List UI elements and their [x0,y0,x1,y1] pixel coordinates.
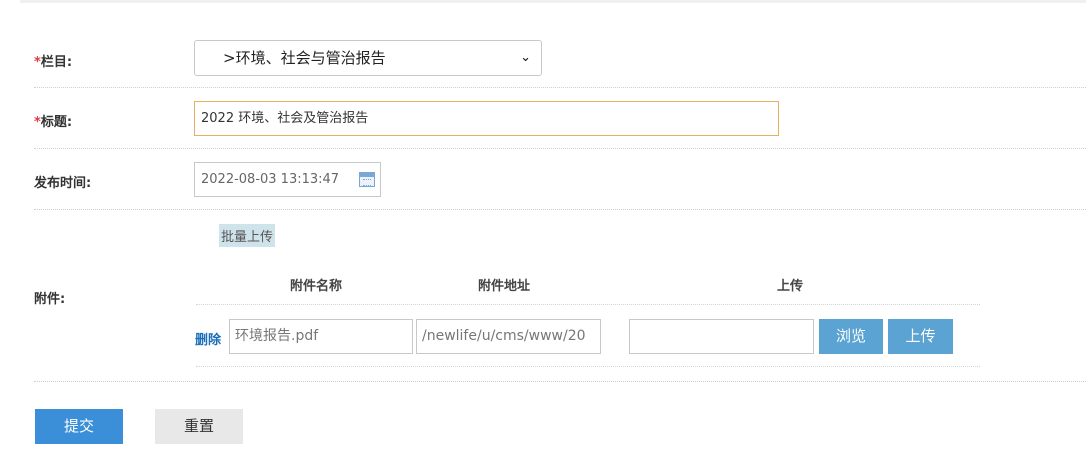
column-header-upload: 上传 [777,279,804,294]
category-select[interactable]: >环境、社会与管治报告 ⌄ [194,40,542,76]
calendar-icon[interactable] [359,172,375,187]
title-input[interactable]: 2022 环境、社会及管治报告 [194,101,779,136]
attachment-name-input[interactable]: 环境报告.pdf [229,319,413,354]
publish-time-label: 发布时间: [34,176,92,191]
top-divider [20,0,1086,3]
required-mark: * [34,115,41,130]
submit-button[interactable]: 提交 [35,409,123,444]
browse-button[interactable]: 浏览 [819,319,883,354]
column-header-address: 附件地址 [478,279,531,294]
reset-button[interactable]: 重置 [155,409,243,444]
row-divider [34,209,1086,210]
publish-time-input[interactable]: 2022-08-03 13:13:47 [194,162,381,197]
table-divider [196,304,980,305]
row-divider [34,148,1086,149]
row-divider [34,87,1086,88]
column-header-name: 附件名称 [290,279,343,294]
upload-button[interactable]: 上传 [888,319,953,354]
file-path-input[interactable] [629,319,814,354]
category-selected-value: >环境、社会与管治报告 [223,49,386,67]
publish-time-value: 2022-08-03 13:13:47 [201,172,340,187]
required-mark: * [34,55,41,70]
delete-attachment-link[interactable]: 删除 [195,329,221,348]
chevron-down-icon: ⌄ [520,50,531,65]
attachments-label: 附件: [34,292,66,307]
attachment-address-input[interactable]: /newlife/u/cms/www/20 [416,319,601,354]
row-divider [34,381,1086,382]
title-label: *标题: [34,115,73,130]
batch-upload-button[interactable]: 批量上传 [219,224,276,247]
table-divider [196,366,980,367]
category-label: *栏目: [34,55,73,70]
